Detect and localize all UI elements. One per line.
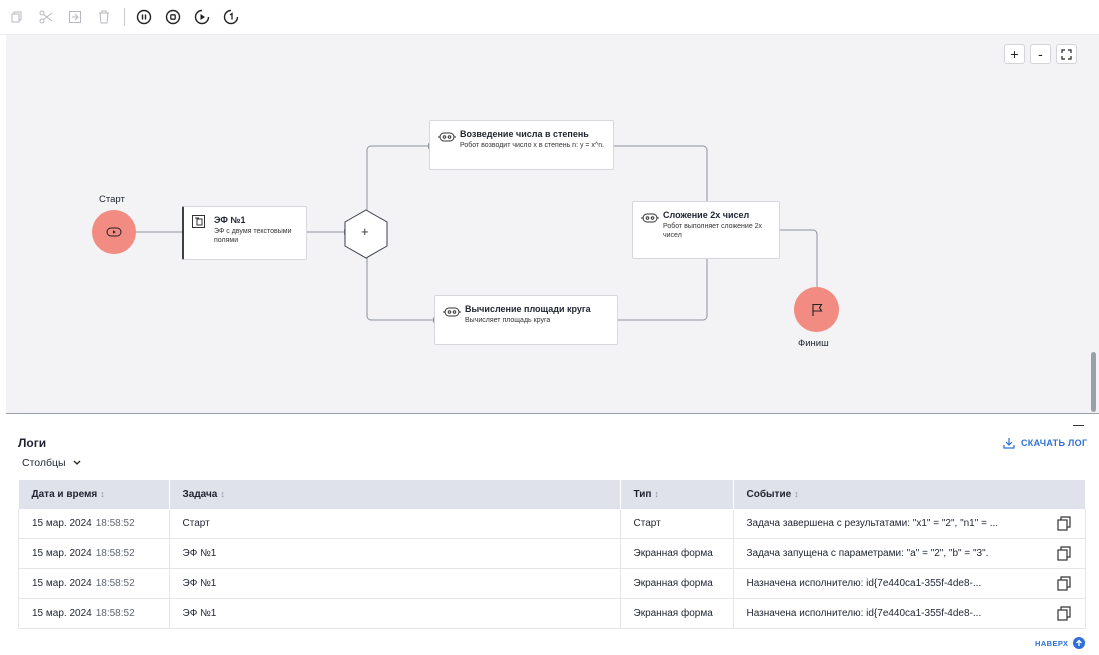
cell-type: Экранная форма	[620, 598, 734, 629]
cell-datetime: 15 мар. 2024 18:58:52	[18, 598, 170, 629]
task-ef1-desc: ЭФ с двумя текстовыми полями	[214, 228, 292, 244]
cell-task: ЭФ №1	[169, 538, 621, 569]
task-ef1[interactable]: ЭФ №1 ЭФ с двумя текстовыми полями	[182, 206, 307, 260]
column-header-label: Задача	[182, 489, 218, 500]
end-event[interactable]	[794, 287, 839, 332]
sort-icon: ↕	[654, 489, 659, 499]
task-power-title: Возведение числа в степень	[460, 129, 589, 139]
paste-icon[interactable]	[66, 8, 84, 26]
cell-event: Назначена исполнителю: id{7e440ca1-355f-…	[733, 598, 1086, 629]
canvas-scrollbar[interactable]	[1091, 352, 1096, 412]
start-icon	[106, 227, 122, 237]
table-row[interactable]: 15 мар. 2024 18:58:52 ЭФ №1 Экранная форм…	[18, 598, 1086, 629]
cell-task: ЭФ №1	[169, 568, 621, 599]
copy-icon[interactable]	[1057, 516, 1071, 531]
column-header-type[interactable]: Тип ↕	[620, 480, 734, 509]
cell-task: ЭФ №1	[169, 598, 621, 629]
task-circle-area-desc: Вычисляет площадь круга	[465, 317, 551, 324]
task-power-desc: Робот возводит число x в степень n: y = …	[460, 142, 605, 149]
arrow-up-circle-icon	[1073, 637, 1086, 649]
cell-datetime: 15 мар. 2024 18:58:52	[18, 538, 170, 569]
copy-icon[interactable]	[1057, 606, 1071, 621]
column-header-label: Дата и время	[31, 489, 98, 500]
download-log-label: СКАЧАТЬ ЛОГ	[1021, 438, 1088, 448]
cell-event: Назначена исполнителю: id{7e440ca1-355f-…	[733, 568, 1086, 599]
column-header-label: Тип	[633, 489, 652, 500]
copy-icon[interactable]	[1057, 576, 1071, 591]
start-event[interactable]	[92, 210, 136, 254]
cut-icon[interactable]	[37, 8, 55, 26]
robot-icon	[438, 129, 456, 147]
copy-icon[interactable]	[8, 8, 26, 26]
task-power[interactable]: Возведение числа в степень Робот возводи…	[429, 120, 614, 170]
table-row[interactable]: 15 мар. 2024 18:58:52 Старт Старт Задача …	[18, 509, 1086, 539]
columns-dropdown[interactable]: Столбцы	[22, 457, 81, 469]
form-icon	[192, 215, 205, 233]
cell-type: Экранная форма	[620, 568, 734, 599]
download-log-button[interactable]: СКАЧАТЬ ЛОГ	[1003, 437, 1087, 449]
logs-title: Логи	[18, 436, 47, 450]
sort-icon: ↕	[220, 489, 225, 499]
collapse-logs-button[interactable]	[1073, 425, 1084, 426]
zoom-in-button[interactable]: +	[1004, 44, 1025, 64]
pause-icon[interactable]	[135, 8, 153, 26]
task-sum-title: Сложение 2х чисел	[663, 210, 750, 220]
logs-table: Дата и время ↕ Задача ↕ Тип ↕ Событие ↕ 15 м…	[18, 480, 1086, 629]
step-icon[interactable]	[193, 8, 211, 26]
process-diagram-canvas[interactable]: + + - Старт ЭФ №1 ЭФ с двумя текстовыми …	[6, 35, 1099, 414]
restart-icon[interactable]	[222, 8, 240, 26]
start-event-label: Старт	[99, 194, 125, 205]
cell-datetime: 15 мар. 2024 18:58:52	[18, 509, 170, 539]
chevron-down-icon	[73, 460, 80, 465]
fullscreen-button[interactable]	[1056, 44, 1077, 64]
task-sum-desc: Робот выполняет сложение 2х чисел	[663, 223, 763, 239]
task-ef1-title: ЭФ №1	[214, 215, 246, 225]
scroll-to-top-label: НАВЕРХ	[1035, 638, 1069, 648]
logs-table-header: Дата и время ↕ Задача ↕ Тип ↕ Событие ↕	[18, 480, 1086, 509]
cell-type: Экранная форма	[620, 538, 734, 569]
end-event-label: Финиш	[798, 338, 829, 349]
fullscreen-icon	[1061, 49, 1072, 60]
task-sum[interactable]: Сложение 2х чисел Робот выполняет сложен…	[632, 201, 780, 259]
column-header-event[interactable]: Событие ↕	[733, 480, 1086, 509]
toolbar-divider	[124, 8, 125, 26]
scroll-to-top-link[interactable]: НАВЕРХ	[1035, 637, 1086, 649]
task-circle-area[interactable]: Вычисление площади круга Вычисляет площа…	[434, 295, 618, 345]
cell-type: Старт	[620, 509, 734, 539]
table-row[interactable]: 15 мар. 2024 18:58:52 ЭФ №1 Экранная форм…	[18, 538, 1086, 569]
column-header-task[interactable]: Задача ↕	[169, 480, 621, 509]
robot-icon	[641, 210, 659, 228]
diagram-connectors	[136, 143, 820, 323]
columns-dropdown-label: Столбцы	[22, 457, 66, 469]
robot-icon	[443, 304, 461, 322]
trash-icon[interactable]	[95, 8, 113, 26]
cell-datetime: 15 мар. 2024 18:58:52	[18, 568, 170, 599]
sort-icon: ↕	[794, 489, 799, 499]
cell-event: Задача запущена с параметрами: "a" = "2"…	[733, 538, 1086, 569]
flag-icon	[811, 303, 822, 316]
task-circle-area-title: Вычисление площади круга	[465, 304, 591, 314]
parallel-gateway-label: +	[361, 224, 369, 239]
toolbar	[0, 0, 1099, 35]
column-header-datetime[interactable]: Дата и время ↕	[18, 480, 170, 509]
cell-event: Задача завершена с результатами: "x1" = …	[733, 509, 1086, 539]
copy-icon[interactable]	[1057, 546, 1071, 561]
cell-task: Старт	[169, 509, 621, 539]
stop-icon[interactable]	[164, 8, 182, 26]
table-row[interactable]: 15 мар. 2024 18:58:52 ЭФ №1 Экранная форм…	[18, 568, 1086, 599]
download-icon	[1003, 438, 1015, 449]
column-header-label: Событие	[746, 489, 792, 500]
sort-icon: ↕	[100, 489, 105, 499]
zoom-out-button[interactable]: -	[1030, 44, 1051, 64]
